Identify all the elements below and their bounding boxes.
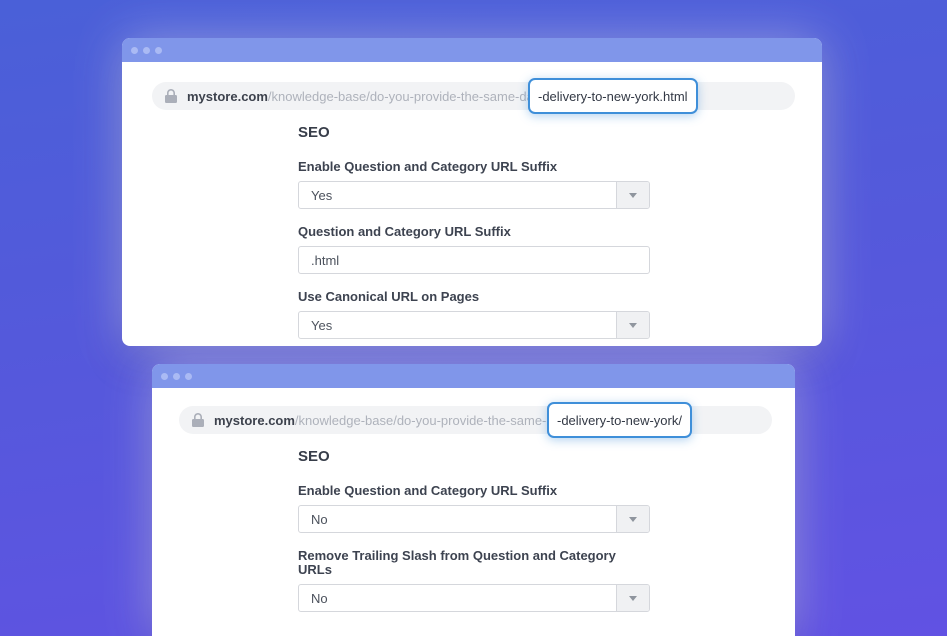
window-control-dot[interactable]: [185, 373, 192, 380]
seo-settings-form: SEO Enable Question and Category URL Suf…: [298, 125, 650, 339]
address-bar[interactable]: mystore.com/knowledge-base/do-you-provid…: [152, 82, 795, 110]
url-text: mystore.com/knowledge-base/do-you-provid…: [214, 413, 567, 428]
window-control-dot[interactable]: [173, 373, 180, 380]
field-label: Enable Question and Category URL Suffix: [298, 484, 650, 498]
select-dropdown-button[interactable]: [616, 506, 649, 532]
chevron-down-icon: [629, 596, 637, 601]
field-canonical-url: Use Canonical URL on Pages Yes: [298, 290, 650, 339]
canonical-url-select[interactable]: Yes: [298, 311, 650, 339]
select-value: Yes: [299, 188, 332, 203]
field-enable-url-suffix: Enable Question and Category URL Suffix …: [298, 484, 650, 533]
field-remove-trailing-slash: Remove Trailing Slash from Question and …: [298, 549, 650, 612]
section-title: SEO: [298, 449, 650, 465]
enable-url-suffix-select[interactable]: No: [298, 505, 650, 533]
window-titlebar: [122, 38, 822, 62]
url-suffix-callout: -delivery-to-new-york/: [547, 402, 692, 438]
field-label: Question and Category URL Suffix: [298, 225, 650, 239]
window-control-dot[interactable]: [155, 47, 162, 54]
chevron-down-icon: [629, 323, 637, 328]
field-enable-url-suffix: Enable Question and Category URL Suffix …: [298, 160, 650, 209]
select-dropdown-button[interactable]: [616, 182, 649, 208]
page-background: { "colors": { "background_top": "#4a60d8…: [0, 0, 947, 636]
remove-trailing-slash-select[interactable]: No: [298, 584, 650, 612]
browser-window-trailing-slash: mystore.com/knowledge-base/do-you-provid…: [152, 364, 795, 636]
enable-url-suffix-select[interactable]: Yes: [298, 181, 650, 209]
window-control-dot[interactable]: [161, 373, 168, 380]
window-control-dot[interactable]: [143, 47, 150, 54]
url-suffix-callout: -delivery-to-new-york.html: [528, 78, 698, 114]
browser-window-html-suffix: mystore.com/knowledge-base/do-you-provid…: [122, 38, 822, 346]
field-label: Use Canonical URL on Pages: [298, 290, 650, 304]
chevron-down-icon: [629, 517, 637, 522]
url-text: mystore.com/knowledge-base/do-you-provid…: [187, 89, 540, 104]
section-title: SEO: [298, 125, 650, 141]
field-url-suffix: Question and Category URL Suffix: [298, 225, 650, 274]
field-label: Remove Trailing Slash from Question and …: [298, 549, 650, 577]
url-domain: mystore.com: [187, 89, 268, 104]
select-dropdown-button[interactable]: [616, 585, 649, 611]
lock-icon: [165, 89, 177, 103]
url-suffix-input[interactable]: [298, 246, 650, 274]
seo-settings-form: SEO Enable Question and Category URL Suf…: [298, 449, 650, 612]
url-path: /knowledge-base/do-you-provide-the-same-…: [268, 89, 540, 104]
select-value: No: [299, 591, 328, 606]
chevron-down-icon: [629, 193, 637, 198]
field-label: Enable Question and Category URL Suffix: [298, 160, 650, 174]
window-control-dot[interactable]: [131, 47, 138, 54]
lock-icon: [192, 413, 204, 427]
select-value: Yes: [299, 318, 332, 333]
select-dropdown-button[interactable]: [616, 312, 649, 338]
select-value: No: [299, 512, 328, 527]
window-titlebar: [152, 364, 795, 388]
url-domain: mystore.com: [214, 413, 295, 428]
url-path: /knowledge-base/do-you-provide-the-same-…: [295, 413, 567, 428]
